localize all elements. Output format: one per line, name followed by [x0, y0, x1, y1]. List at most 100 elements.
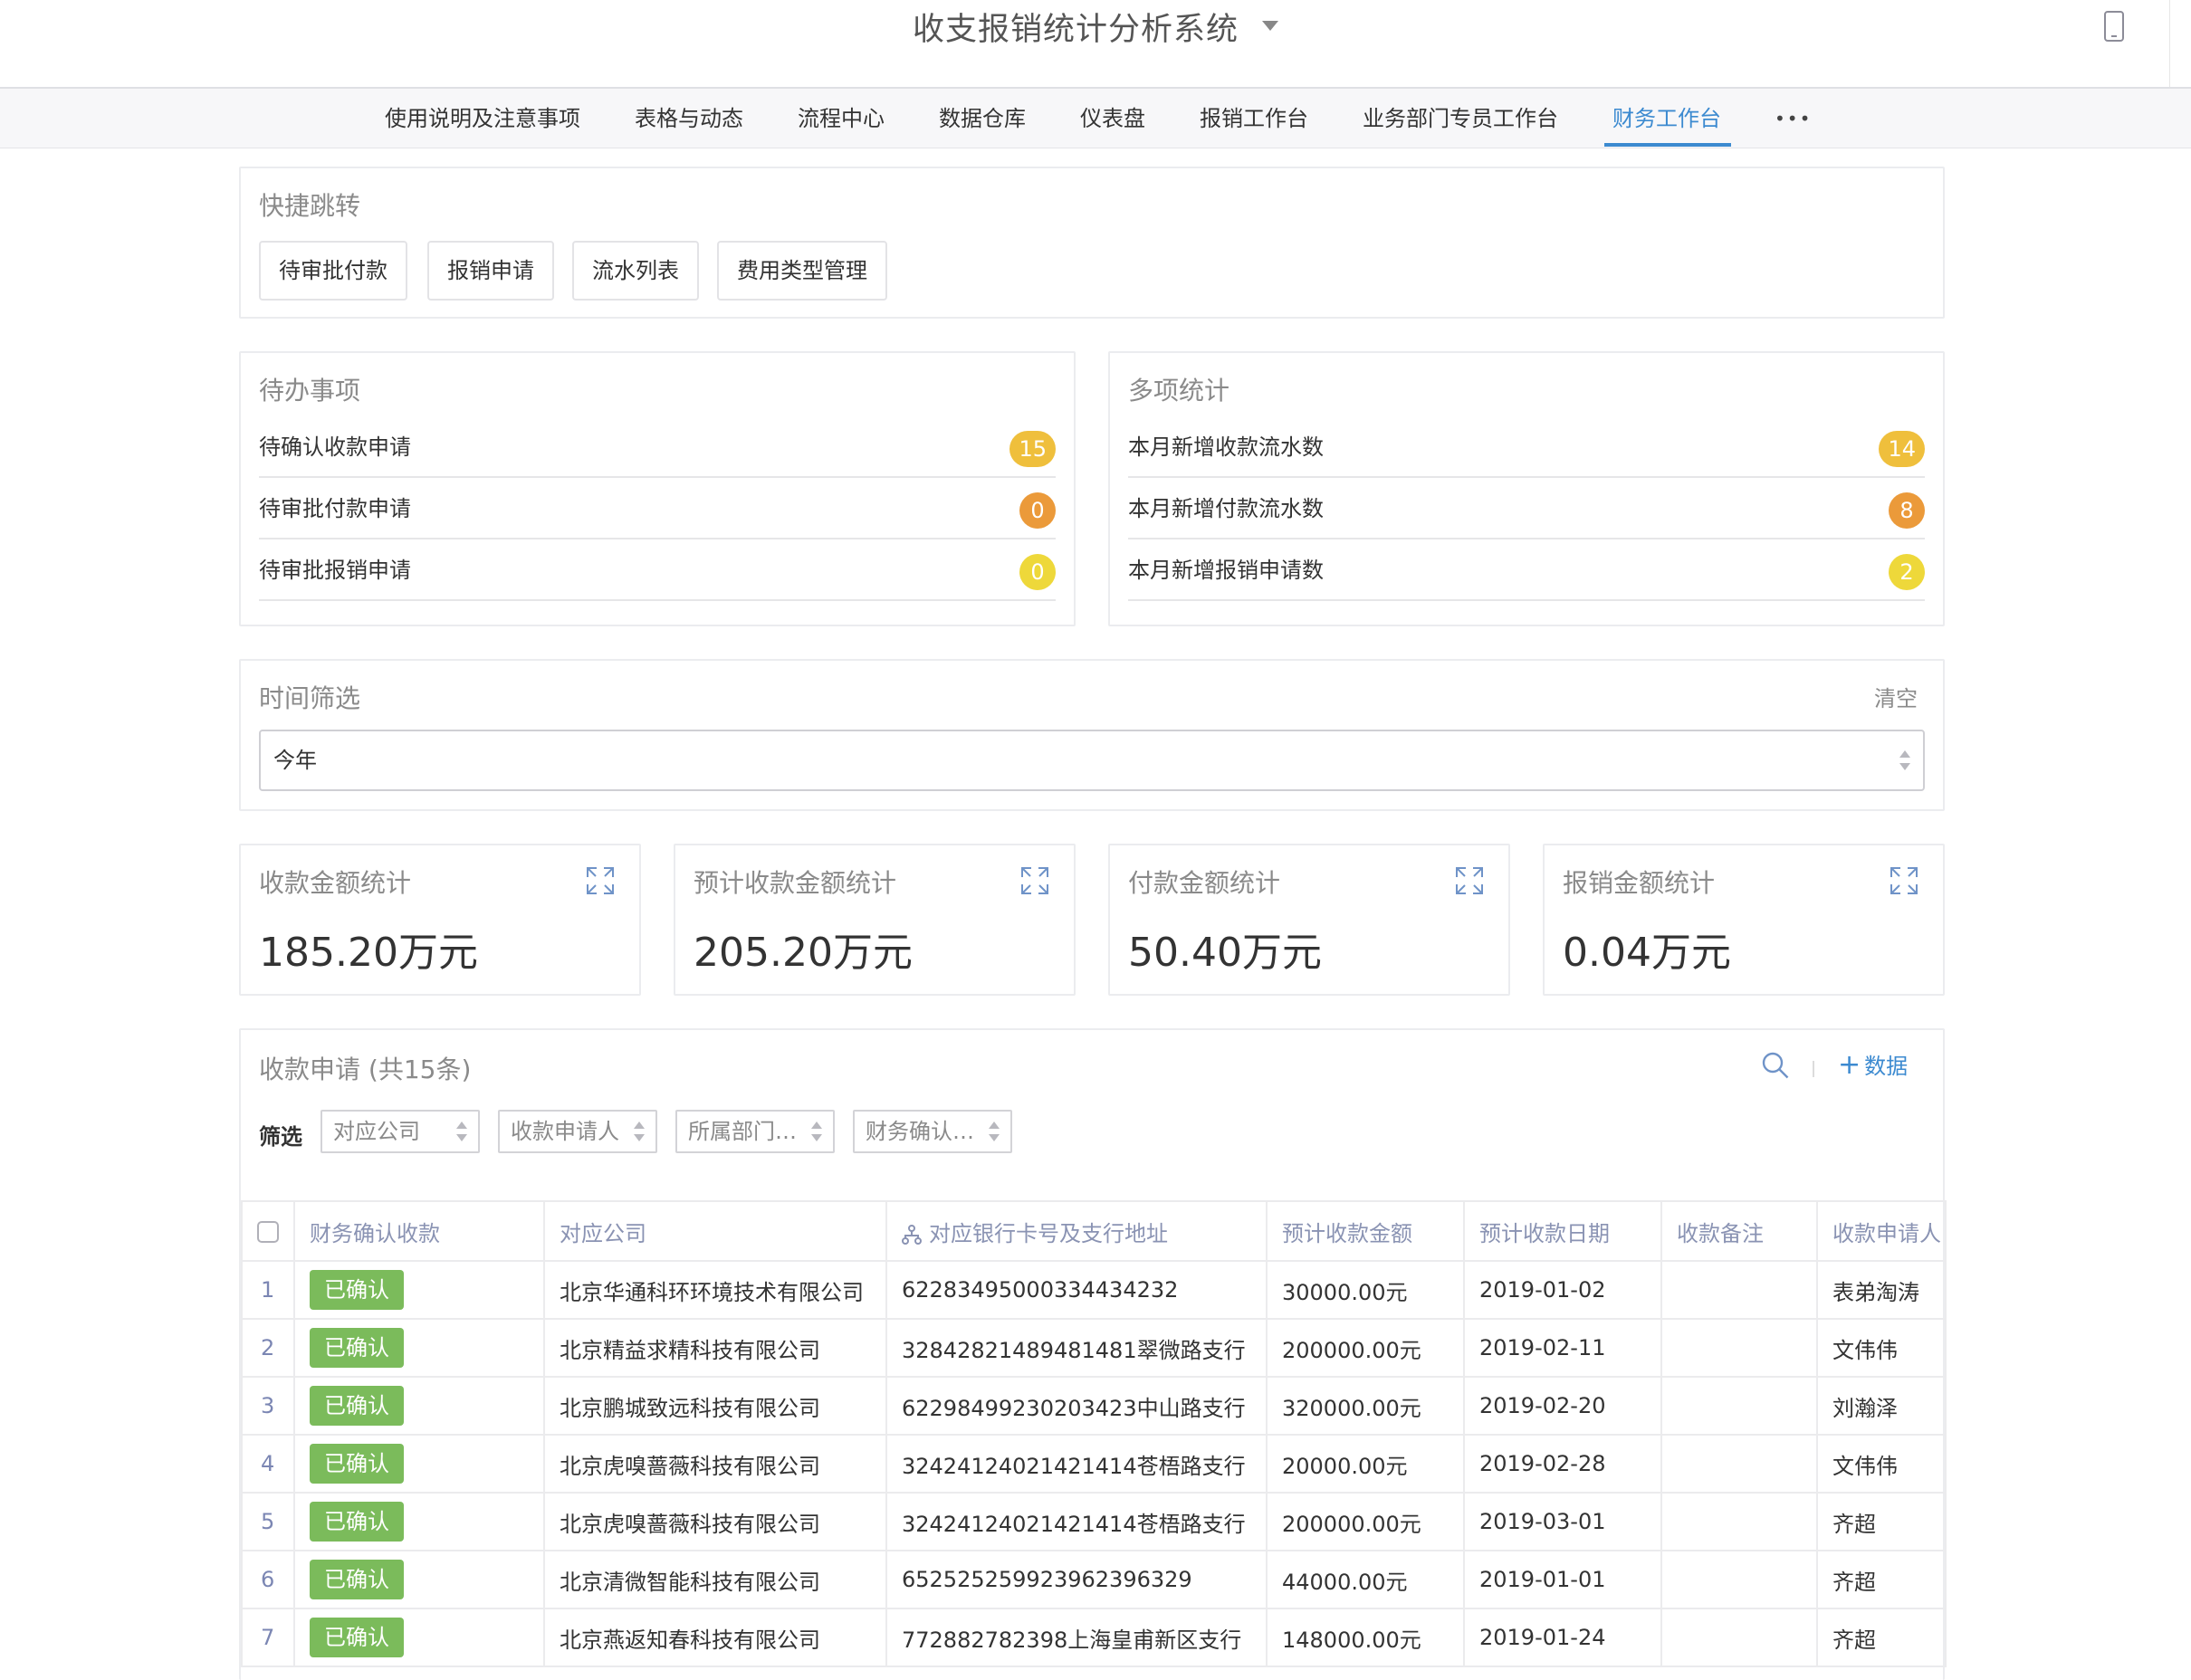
column-header[interactable]: 对应银行卡号及支行地址: [885, 1200, 1268, 1262]
column-header[interactable]: 对应公司: [543, 1200, 887, 1262]
relation-tree-icon: [902, 1224, 922, 1245]
table-row[interactable]: 4 已确认 北京虎嗅蔷薇科技有限公司 32424124021421414苍梧路支…: [241, 1434, 1947, 1494]
stat-card-value: 0.04万元: [1563, 930, 1731, 976]
nav-item-finance-workbench[interactable]: 财务工作台: [1612, 89, 1721, 148]
mobile-icon[interactable]: [2104, 11, 2124, 42]
stat-card-title: 收款金额统计: [259, 868, 412, 898]
expand-icon[interactable]: [585, 865, 616, 896]
status-cell: 已确认: [293, 1550, 545, 1609]
bank-cell: 62298499230203423中山路支行: [885, 1376, 1268, 1436]
filter-placeholder: 收款申请人: [511, 1119, 619, 1144]
search-icon[interactable]: [1760, 1050, 1791, 1081]
reimburse-apply-button[interactable]: 报销申请: [427, 241, 554, 301]
table-row[interactable]: 6 已确认 北京清微智能科技有限公司 65252525992396239​632…: [241, 1550, 1947, 1609]
column-header[interactable]: 收款申请人: [1816, 1200, 1947, 1262]
status-cell: 已确认: [293, 1318, 545, 1378]
nav-item-data-warehouse[interactable]: 数据仓库: [939, 89, 1026, 148]
nav-item-reimburse-workbench[interactable]: 报销工作台: [1200, 89, 1308, 148]
note-cell: [1660, 1318, 1818, 1378]
note-cell: [1660, 1260, 1818, 1320]
nav-item-workflow[interactable]: 流程中心: [798, 89, 885, 148]
divider: [1813, 1061, 1814, 1077]
amount-cell: 30000.00元: [1266, 1260, 1465, 1320]
nav-item-instructions[interactable]: 使用说明及注意事项: [385, 89, 580, 148]
stat-card-value: 185.20万元: [259, 930, 478, 976]
pending-payment-button[interactable]: 待审批付款: [259, 241, 407, 301]
nav-item-dashboard[interactable]: 仪表盘: [1080, 89, 1145, 148]
filter-applicant-select[interactable]: 收款申请人: [498, 1110, 657, 1153]
filter-department-select[interactable]: 所属部门…: [675, 1110, 835, 1153]
multi-stats-panel: 多项统计 本月新增收款流水数 14 本月新增付款流水数 8 本月新增报销申请数 …: [1108, 351, 1945, 626]
status-cell: 已确认: [293, 1260, 545, 1320]
amount-cell: 200000.00元: [1266, 1318, 1465, 1378]
filter-confirm-select[interactable]: 财务确认…: [853, 1110, 1012, 1153]
time-filter-title: 时间筛选: [259, 683, 361, 713]
todo-item[interactable]: 待审批报销申请 0: [259, 539, 1056, 601]
chevron-down-icon[interactable]: [1262, 20, 1278, 31]
todo-panel: 待办事项 待确认收款申请 15 待审批付款申请 0 待审批报销申请 0: [239, 351, 1076, 626]
applicant-cell: 齐超: [1816, 1550, 1947, 1609]
status-cell: 已确认: [293, 1492, 545, 1551]
applicant-cell: 齐超: [1816, 1492, 1947, 1551]
bank-cell: 32424124021421414苍梧路支行: [885, 1492, 1268, 1551]
app-title-switcher[interactable]: 收支报销统计分析系统: [0, 0, 2191, 60]
expand-icon[interactable]: [1889, 865, 1919, 896]
stat-item[interactable]: 本月新增收款流水数 14: [1128, 416, 1925, 478]
status-badge: 已确认: [310, 1328, 404, 1368]
active-tab-indicator: [1604, 143, 1731, 147]
date-cell: 2019-01-02: [1463, 1260, 1662, 1320]
stat-card-reimburse: 报销金额统计 0.04万元: [1543, 844, 1945, 996]
count-badge: 8: [1889, 492, 1925, 529]
todo-item[interactable]: 待审批付款申请 0: [259, 478, 1056, 539]
status-badge: 已确认: [310, 1270, 404, 1310]
table-row[interactable]: 5 已确认 北京虎嗅蔷薇科技有限公司 32424124021421414苍梧路支…: [241, 1492, 1947, 1551]
receipts-title: 收款申请 (共15条): [259, 1055, 472, 1084]
flow-list-button[interactable]: 流水列表: [572, 241, 699, 301]
stat-label: 本月新增收款流水数: [1128, 434, 1324, 460]
count-badge: 2: [1889, 554, 1925, 590]
table-row[interactable]: 3 已确认 北京鹏城致远科技有限公司 62298499230203423中山路支…: [241, 1376, 1947, 1436]
expense-type-button[interactable]: 费用类型管理: [717, 241, 887, 301]
nav-item-dept-workbench[interactable]: 业务部门专员工作台: [1363, 89, 1558, 148]
receipts-section: 收款申请 (共15条) + 数据 筛选 对应公司 收款申请人 所属部门… 财务确认…: [239, 1028, 1947, 1680]
column-header[interactable]: 预计收款金额: [1266, 1200, 1465, 1262]
stat-label: 本月新增报销申请数: [1128, 558, 1324, 583]
table-row[interactable]: 1 已确认 北京华通科环环境技术有限公司 6228349500033443423…: [241, 1260, 1947, 1320]
stat-card-value: 50.40万元: [1128, 930, 1322, 976]
status-badge: 已确认: [310, 1444, 404, 1484]
select-arrows-icon: [989, 1122, 1000, 1141]
plus-icon: +: [1838, 1049, 1861, 1081]
todo-title: 待办事项: [259, 376, 361, 406]
todo-item[interactable]: 待确认收款申请 15: [259, 416, 1056, 478]
clear-button[interactable]: 清空: [1874, 681, 1918, 712]
expand-icon[interactable]: [1454, 865, 1485, 896]
stat-item[interactable]: 本月新增报销申请数 2: [1128, 539, 1925, 601]
stat-card-title: 预计收款金额统计: [694, 868, 897, 898]
bank-cell: 65252525992396239​6329: [885, 1550, 1268, 1609]
column-header[interactable]: 财务确认收款: [293, 1200, 545, 1262]
filter-label: 筛选: [259, 1124, 302, 1150]
table-row[interactable]: 2 已确认 北京精益求精科技有限公司 32842821489481481翠微路支…: [241, 1318, 1947, 1378]
column-header[interactable]: 预计收款日期: [1463, 1200, 1662, 1262]
row-number: 2: [241, 1318, 295, 1378]
column-header-label: 对应银行卡号及支行地址: [929, 1220, 1168, 1246]
time-range-select[interactable]: 今年: [259, 730, 1925, 791]
date-cell: 2019-03-01: [1463, 1492, 1662, 1551]
date-cell: 2019-02-20: [1463, 1376, 1662, 1436]
top-header: 收支报销统计分析系统: [0, 0, 2191, 87]
bank-cell: 32842821489481481翠微路支行: [885, 1318, 1268, 1378]
row-number: 7: [241, 1608, 295, 1667]
expand-icon[interactable]: [1019, 865, 1050, 896]
select-all-checkbox[interactable]: [257, 1221, 279, 1243]
stat-card-title: 报销金额统计: [1563, 868, 1716, 898]
more-menu-icon[interactable]: •••: [1775, 89, 1812, 148]
stat-item[interactable]: 本月新增付款流水数 8: [1128, 478, 1925, 539]
amount-cell: 148000.00元: [1266, 1608, 1465, 1667]
date-cell: 2019-01-24: [1463, 1608, 1662, 1667]
table-row[interactable]: 7 已确认 北京燕返知春科技有限公司 772882782398上海皇甫新区支行 …: [241, 1608, 1947, 1667]
company-cell: 北京精益求精科技有限公司: [543, 1318, 887, 1378]
add-data-button[interactable]: + 数据: [1838, 1048, 1908, 1081]
column-header[interactable]: 收款备注: [1660, 1200, 1818, 1262]
nav-item-tables[interactable]: 表格与动态: [635, 89, 743, 148]
filter-company-select[interactable]: 对应公司: [321, 1110, 480, 1153]
